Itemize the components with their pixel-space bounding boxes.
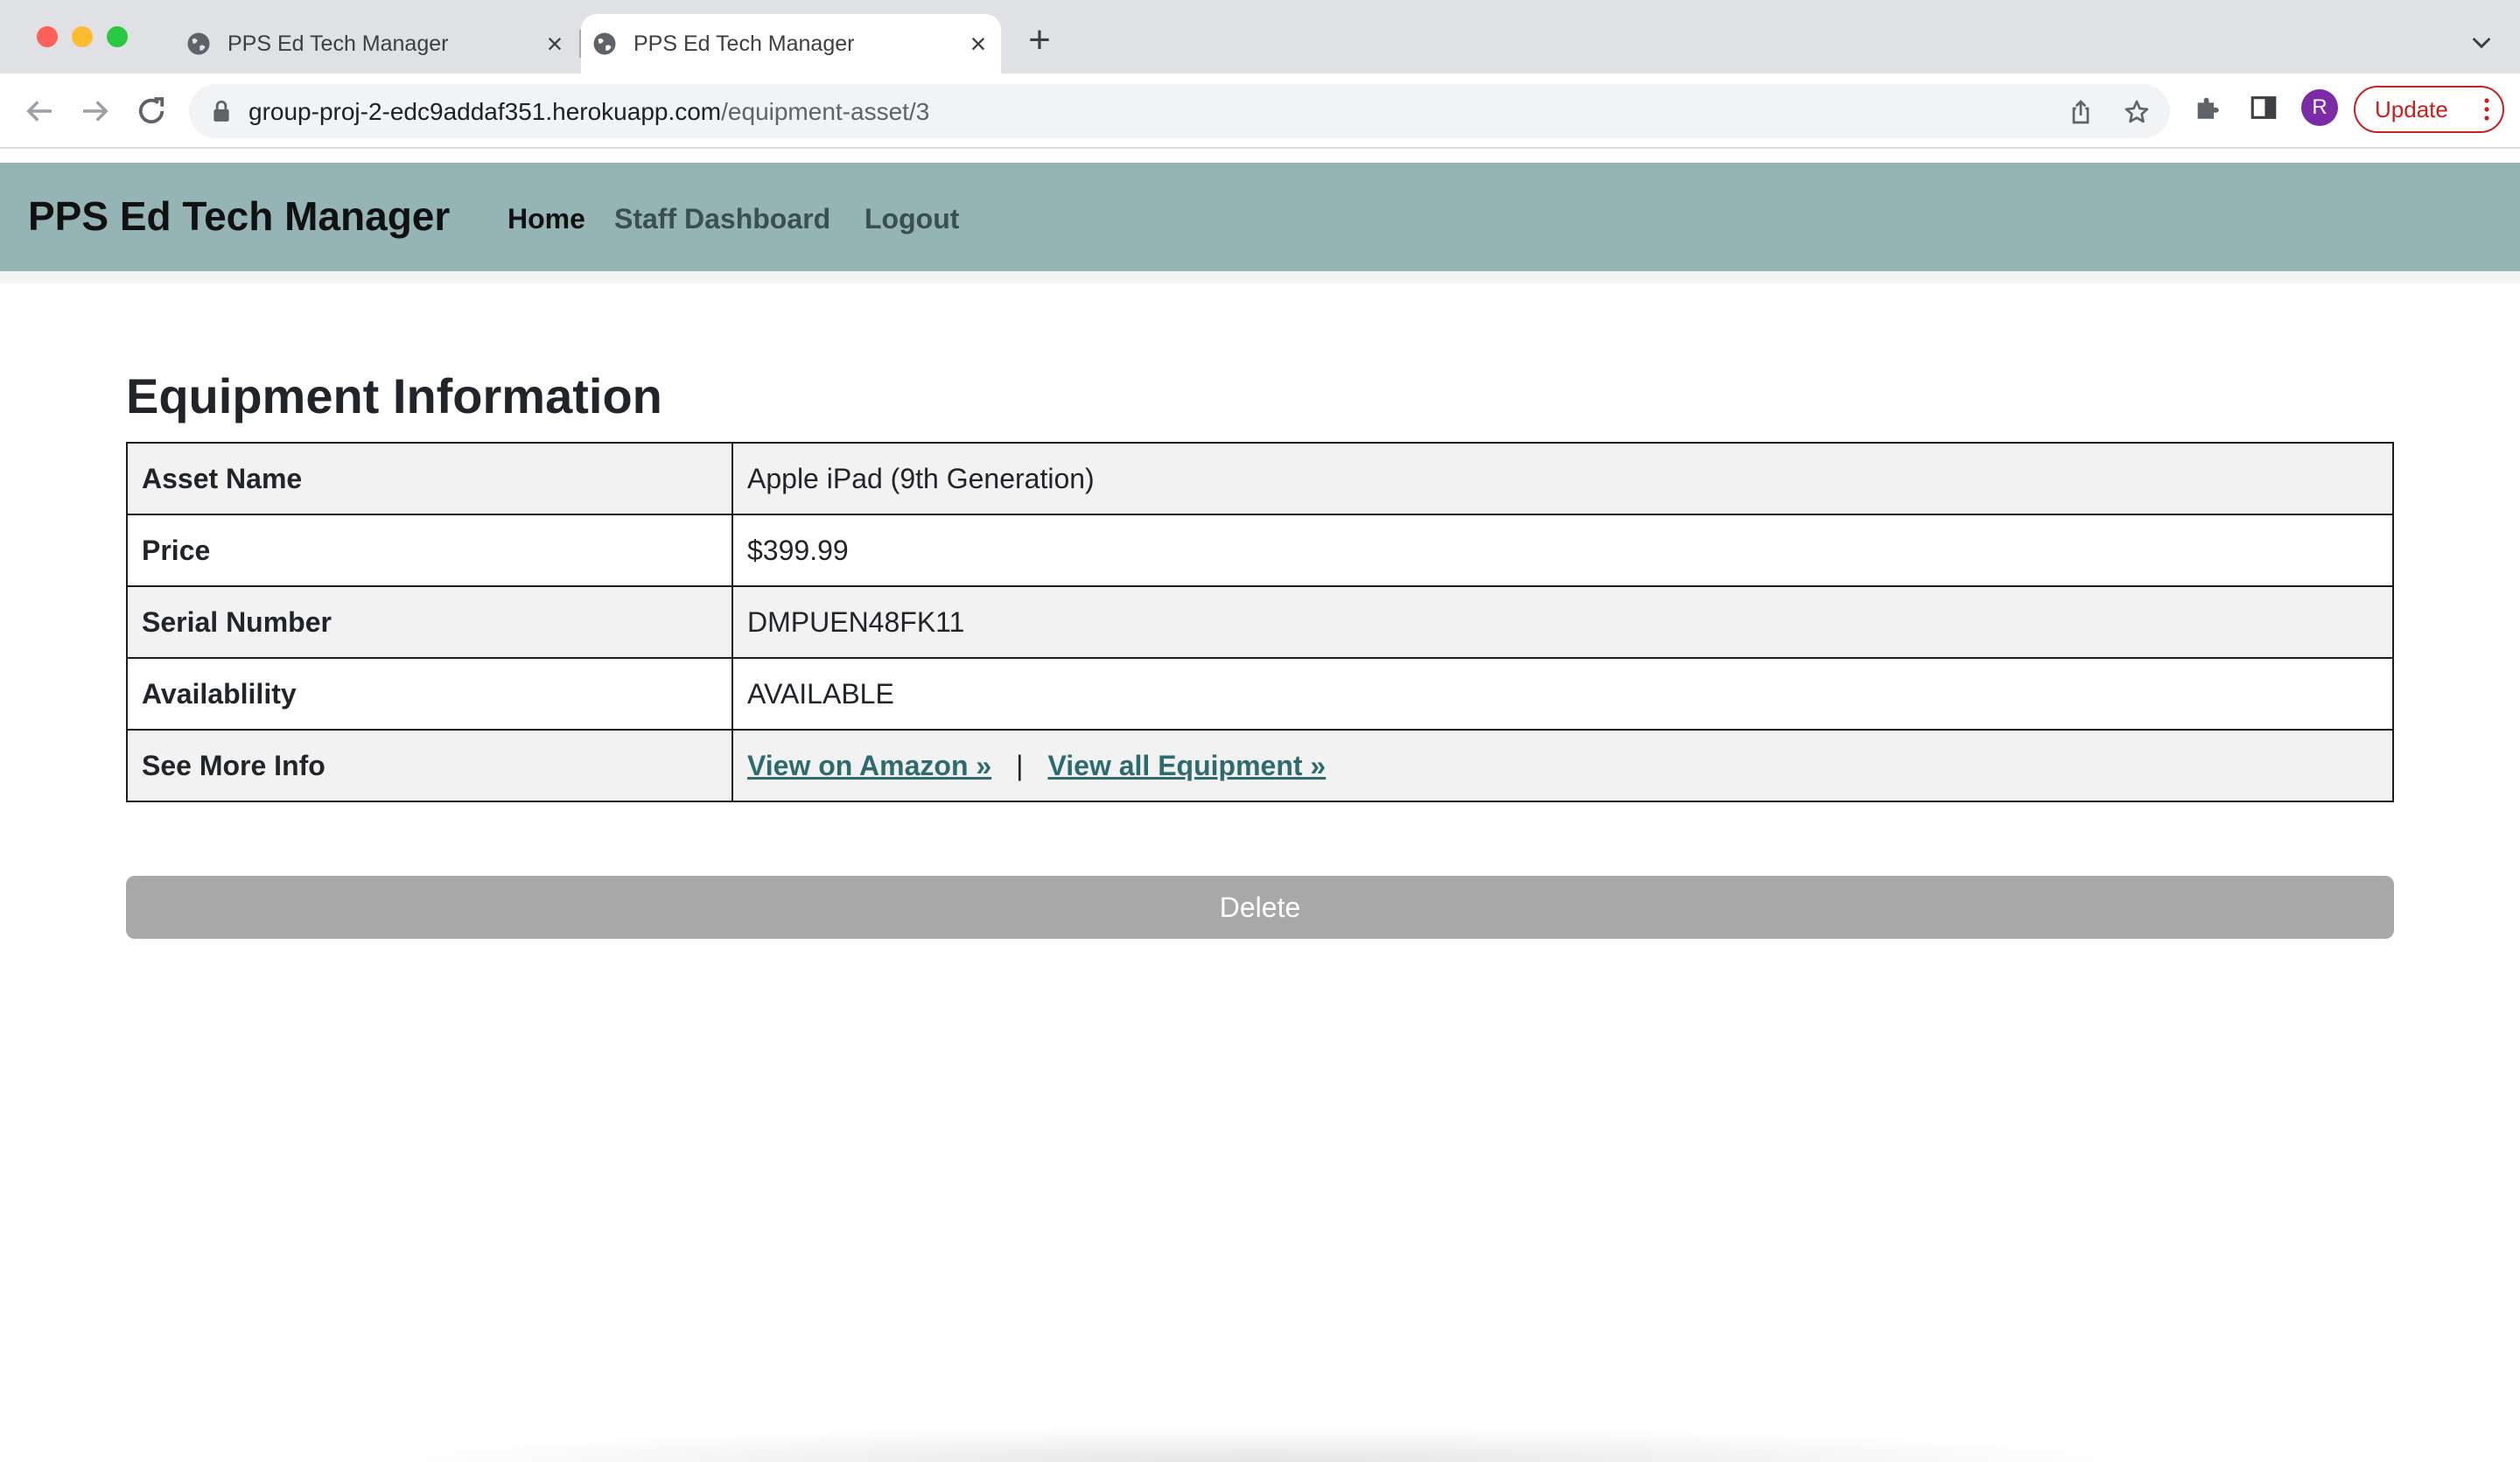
row-value-asset-name: Apple iPad (9th Generation) bbox=[732, 442, 2394, 515]
tab-title: PPS Ed Tech Manager bbox=[228, 31, 449, 56]
row-value-links: View on Amazon » | View all Equipment » bbox=[732, 729, 2394, 802]
view-on-amazon-link[interactable]: View on Amazon » bbox=[747, 750, 991, 781]
url-text[interactable]: group-proj-2-edc9addaf351.herokuapp.com/… bbox=[248, 98, 929, 126]
navbar-divider bbox=[0, 271, 2520, 283]
delete-button[interactable]: Delete bbox=[126, 876, 2394, 939]
row-value-price: $399.99 bbox=[732, 514, 2394, 587]
view-all-equipment-link[interactable]: View all Equipment » bbox=[1047, 750, 1326, 781]
tab-close-icon[interactable]: × bbox=[539, 28, 570, 60]
table-row: Serial Number DMPUEN48FK11 bbox=[126, 585, 2394, 659]
table-row: Availablility AVAILABLE bbox=[126, 657, 2394, 731]
url-path: /equipment-asset/3 bbox=[721, 98, 930, 125]
link-separator: | bbox=[1016, 749, 1024, 781]
row-label-availability: Availablility bbox=[126, 657, 733, 731]
reload-icon[interactable] bbox=[133, 93, 170, 129]
table-row: See More Info View on Amazon » | View all … bbox=[126, 729, 2394, 802]
window-close-button[interactable] bbox=[37, 26, 58, 47]
address-bar[interactable]: group-proj-2-edc9addaf351.herokuapp.com/… bbox=[189, 84, 2170, 138]
globe-icon bbox=[187, 32, 210, 55]
update-label: Update bbox=[2375, 95, 2448, 122]
row-value-availability: AVAILABLE bbox=[732, 657, 2394, 731]
site-navbar: PPS Ed Tech Manager Home Staff Dashboard… bbox=[0, 163, 2520, 271]
row-label-price: Price bbox=[126, 514, 733, 587]
extensions-puzzle-icon[interactable] bbox=[2193, 93, 2222, 122]
chrome-update-button[interactable]: Update bbox=[2354, 86, 2504, 133]
tab-close-icon[interactable]: × bbox=[962, 28, 994, 60]
more-menu-icon[interactable] bbox=[2483, 96, 2490, 122]
back-arrow-icon[interactable] bbox=[21, 93, 58, 129]
browser-tab-1[interactable]: PPS Ed Tech Manager × bbox=[175, 14, 578, 73]
nav-link-home[interactable]: Home bbox=[508, 203, 585, 235]
url-host: group-proj-2-edc9addaf351.herokuapp.com bbox=[248, 98, 722, 125]
nav-link-staff-dashboard[interactable]: Staff Dashboard bbox=[614, 203, 830, 235]
profile-avatar[interactable]: R bbox=[2301, 89, 2338, 126]
equipment-info-table: Asset Name Apple iPad (9th Generation) P… bbox=[126, 442, 2394, 802]
nav-link-logout[interactable]: Logout bbox=[864, 203, 959, 235]
table-row: Price $399.99 bbox=[126, 514, 2394, 587]
share-icon[interactable] bbox=[2067, 98, 2095, 126]
browser-tab-2-active[interactable]: PPS Ed Tech Manager × bbox=[581, 14, 1001, 73]
window-minimize-button[interactable] bbox=[72, 26, 93, 47]
globe-icon bbox=[593, 32, 616, 55]
browser-tab-strip: PPS Ed Tech Manager × PPS Ed Tech Manage… bbox=[0, 0, 2520, 73]
bottom-fade bbox=[368, 1426, 2152, 1462]
row-value-serial-number: DMPUEN48FK11 bbox=[732, 585, 2394, 659]
window-maximize-button[interactable] bbox=[107, 26, 128, 47]
table-row: Asset Name Apple iPad (9th Generation) bbox=[126, 442, 2394, 515]
row-label-asset-name: Asset Name bbox=[126, 442, 733, 515]
new-tab-button[interactable]: + bbox=[1022, 21, 1057, 59]
row-label-see-more-info: See More Info bbox=[126, 729, 733, 802]
bookmark-star-icon[interactable] bbox=[2123, 98, 2151, 126]
browser-toolbar: group-proj-2-edc9addaf351.herokuapp.com/… bbox=[0, 73, 2520, 149]
row-label-serial-number: Serial Number bbox=[126, 585, 733, 659]
page-title: Equipment Information bbox=[126, 368, 662, 423]
forward-arrow-icon[interactable] bbox=[77, 93, 114, 129]
site-brand[interactable]: PPS Ed Tech Manager bbox=[28, 192, 450, 240]
side-panel-icon[interactable] bbox=[2249, 93, 2278, 122]
lock-icon[interactable] bbox=[210, 99, 233, 123]
tab-title: PPS Ed Tech Manager bbox=[634, 31, 855, 56]
tab-search-chevron-icon[interactable] bbox=[2468, 28, 2496, 56]
